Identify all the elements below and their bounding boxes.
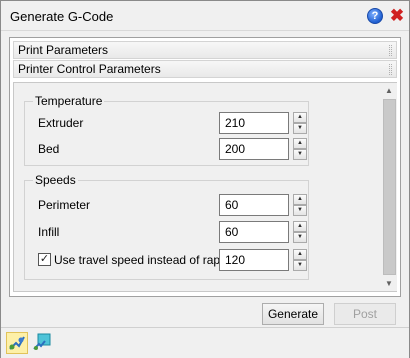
grip-icon <box>389 64 392 75</box>
section-printer-control-label: Printer Control Parameters <box>18 62 161 76</box>
section-print-parameters[interactable]: Print Parameters <box>13 41 397 59</box>
parameters-pane: Print Parameters Printer Control Paramet… <box>9 37 401 297</box>
spin-down-icon[interactable]: ▼ <box>293 260 307 271</box>
bed-label: Bed <box>38 142 60 156</box>
title-bar: Generate G-Code ? ✖ <box>1 1 409 31</box>
bottom-toolbar <box>1 327 409 358</box>
perimeter-speed-input[interactable]: 60 <box>219 194 289 216</box>
extruder-spinner: ▲ ▼ <box>293 112 307 134</box>
extruder-label: Extruder <box>38 116 84 130</box>
travel-speed-input[interactable]: 120 <box>219 249 289 271</box>
travel-spinner: ▲ ▼ <box>293 249 307 271</box>
infill-speed-input[interactable]: 60 <box>219 221 289 243</box>
printer-control-panel: Temperature Extruder 210 ▲ ▼ Bed 200 ▲ ▼… <box>13 82 397 292</box>
spin-up-icon[interactable]: ▲ <box>293 221 307 232</box>
temperature-group-label: Temperature <box>33 94 105 108</box>
generate-gcode-window: Generate G-Code ? ✖ Print Parameters Pri… <box>0 0 410 358</box>
scroll-down-icon[interactable]: ▼ <box>385 279 393 288</box>
window-title: Generate G-Code <box>10 9 114 24</box>
close-icon[interactable]: ✖ <box>389 7 405 25</box>
scroll-up-icon[interactable]: ▲ <box>385 86 393 95</box>
perimeter-label: Perimeter <box>38 198 91 212</box>
preview-tool-icon[interactable] <box>32 332 54 354</box>
spin-down-icon[interactable]: ▼ <box>293 232 307 243</box>
spin-up-icon[interactable]: ▲ <box>293 138 307 149</box>
scrollbar-thumb[interactable] <box>383 99 396 275</box>
gcode-tool-icon[interactable] <box>6 332 28 354</box>
help-icon[interactable]: ? <box>367 8 383 24</box>
post-button[interactable]: Post <box>334 303 396 325</box>
section-printer-control[interactable]: Printer Control Parameters <box>13 60 397 78</box>
infill-label: Infill <box>38 225 60 239</box>
speeds-group: Speeds Perimeter 60 ▲ ▼ Infill 60 ▲ ▼ ✓ … <box>24 173 309 280</box>
perimeter-spinner: ▲ ▼ <box>293 194 307 216</box>
spin-up-icon[interactable]: ▲ <box>293 249 307 260</box>
section-print-parameters-label: Print Parameters <box>18 43 109 57</box>
generate-button[interactable]: Generate <box>262 303 324 325</box>
extruder-temperature-input[interactable]: 210 <box>219 112 289 134</box>
bed-spinner: ▲ ▼ <box>293 138 307 160</box>
infill-spinner: ▲ ▼ <box>293 221 307 243</box>
spin-down-icon[interactable]: ▼ <box>293 205 307 216</box>
bed-temperature-input[interactable]: 200 <box>219 138 289 160</box>
spin-down-icon[interactable]: ▼ <box>293 149 307 160</box>
spin-down-icon[interactable]: ▼ <box>293 123 307 134</box>
travel-speed-label: Use travel speed instead of rapid <box>54 253 230 267</box>
grip-icon <box>389 45 392 56</box>
spin-up-icon[interactable]: ▲ <box>293 194 307 205</box>
speeds-group-label: Speeds <box>33 173 78 187</box>
travel-speed-checkbox[interactable]: ✓ <box>38 253 51 266</box>
vertical-scrollbar[interactable]: ▲ ▼ <box>382 83 397 291</box>
spin-up-icon[interactable]: ▲ <box>293 112 307 123</box>
temperature-group: Temperature Extruder 210 ▲ ▼ Bed 200 ▲ ▼ <box>24 94 309 166</box>
